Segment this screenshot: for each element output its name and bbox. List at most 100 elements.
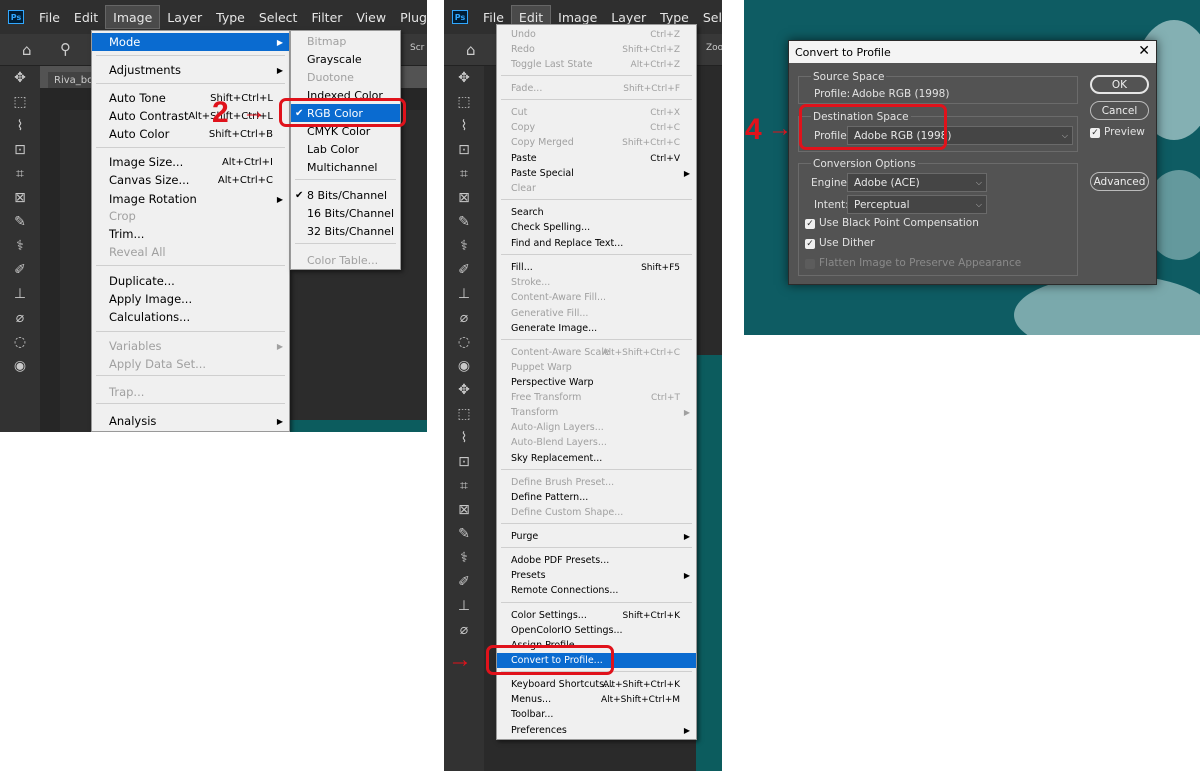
menubar-image[interactable]: Image [105,5,161,29]
menu-item-fill[interactable]: Fill... Shift+F5 [497,260,696,275]
home-icon[interactable]: ⌂ [466,41,476,59]
menubar-select[interactable]: Select [696,5,722,29]
menu-item-duplicate[interactable]: Duplicate... [92,272,289,290]
menubar-edit[interactable]: Edit [67,5,105,29]
menubar-file[interactable]: File [32,5,67,29]
menu-item-color-settings[interactable]: Color Settings... Shift+Ctrl+K [497,608,696,623]
move-tool-icon[interactable]: ✥ [444,378,484,402]
menu-item-grayscale[interactable]: Grayscale [291,50,400,68]
frame-tool-icon[interactable]: ⊠ [0,186,40,210]
preview-checkbox[interactable]: ✓ [1090,128,1100,138]
history-brush-tool-icon[interactable]: ⌀ [444,618,484,642]
eyedropper-tool-icon[interactable]: ✎ [444,522,484,546]
menu-item-check-spelling[interactable]: Check Spelling... [497,220,696,235]
menu-item-32-bits-channel[interactable]: 32 Bits/Channel [291,222,400,240]
menu-item-16-bits-channel[interactable]: 16 Bits/Channel [291,204,400,222]
menu-item-label: Bitmap [307,34,347,48]
menu-item-keyboard-shortcuts[interactable]: Keyboard Shortcuts... Alt+Shift+Ctrl+K [497,677,696,692]
menu-item-mode[interactable]: Mode ▶ [92,33,289,51]
frame-tool-icon[interactable]: ⊠ [444,498,484,522]
menu-item-adjustments[interactable]: Adjustments ▶ [92,61,289,79]
stamp-tool-icon[interactable]: ⊥ [444,594,484,618]
object-select-tool-icon[interactable]: ⊡ [444,138,484,162]
menu-item-trim[interactable]: Trim... [92,225,289,243]
crop-tool-icon[interactable]: ⌗ [444,474,484,498]
menu-item-lab-color[interactable]: Lab Color [291,140,400,158]
close-icon[interactable]: ✕ [1138,43,1150,59]
home-icon[interactable]: ⌂ [22,41,32,59]
healing-tool-icon[interactable]: ⚕ [444,546,484,570]
conversion-options-legend: Conversion Options [811,158,918,170]
eraser-tool-icon[interactable]: ◌ [444,330,484,354]
menubar-type[interactable]: Type [209,5,252,29]
dither-checkbox[interactable]: ✓ [805,239,815,249]
lasso-tool-icon[interactable]: ⌇ [0,114,40,138]
history-brush-tool-icon[interactable]: ⌀ [444,306,484,330]
menu-item-sky-replacement[interactable]: Sky Replacement... [497,451,696,466]
marquee-tool-icon[interactable]: ⬚ [444,402,484,426]
healing-tool-icon[interactable]: ⚕ [0,234,40,258]
stamp-tool-icon[interactable]: ⊥ [0,282,40,306]
menubar-select[interactable]: Select [252,5,305,29]
menubar-plugins[interactable]: Plugins [393,5,427,29]
intent-select[interactable]: Perceptual ⌵ [847,195,987,214]
brush-tool-icon[interactable]: ✐ [0,258,40,282]
menu-item-8-bits-channel[interactable]: ✔ 8 Bits/Channel [291,186,400,204]
menu-item-presets[interactable]: Presets ▶ [497,568,696,583]
menu-item-analysis[interactable]: Analysis ▶ [92,412,289,430]
healing-tool-icon[interactable]: ⚕ [444,234,484,258]
cancel-button[interactable]: Cancel [1090,101,1149,120]
menu-item-toolbar[interactable]: Toolbar... [497,707,696,722]
history-brush-tool-icon[interactable]: ⌀ [0,306,40,330]
bucket-tool-icon[interactable]: ◉ [444,354,484,378]
bucket-tool-icon[interactable]: ◉ [0,354,40,378]
menu-item-calculations[interactable]: Calculations... [92,308,289,326]
object-select-tool-icon[interactable]: ⊡ [0,138,40,162]
frame-tool-icon[interactable]: ⊠ [444,186,484,210]
search-icon[interactable]: ⚲ [60,40,71,58]
menu-item-define-pattern[interactable]: Define Pattern... [497,490,696,505]
menu-item-paste[interactable]: Paste Ctrl+V [497,151,696,166]
menu-item-opencolorio-settings[interactable]: OpenColorIO Settings... [497,623,696,638]
menu-item-perspective-warp[interactable]: Perspective Warp [497,375,696,390]
menu-item-image-size[interactable]: Image Size... Alt+Ctrl+I [92,153,289,171]
menu-item-adobe-pdf-presets[interactable]: Adobe PDF Presets... [497,553,696,568]
menu-item-canvas-size[interactable]: Canvas Size... Alt+Ctrl+C [92,171,289,189]
menu-item-find-and-replace-text[interactable]: Find and Replace Text... [497,236,696,251]
menu-item-menus[interactable]: Menus... Alt+Shift+Ctrl+M [497,692,696,707]
marquee-tool-icon[interactable]: ⬚ [0,90,40,114]
menu-item-multichannel[interactable]: Multichannel [291,158,400,176]
marquee-tool-icon[interactable]: ⬚ [444,90,484,114]
crop-tool-icon[interactable]: ⌗ [0,162,40,186]
menu-item-generate-image[interactable]: Generate Image... [497,321,696,336]
advanced-button[interactable]: Advanced [1090,172,1149,191]
menu-item-search[interactable]: Search [497,205,696,220]
menubar-filter[interactable]: Filter [304,5,349,29]
object-select-tool-icon[interactable]: ⊡ [444,450,484,474]
menu-item-preferences[interactable]: Preferences ▶ [497,723,696,738]
move-tool-icon[interactable]: ✥ [444,66,484,90]
ok-button[interactable]: OK [1090,75,1149,94]
menu-item-apply-image[interactable]: Apply Image... [92,290,289,308]
menu-item-purge[interactable]: Purge ▶ [497,529,696,544]
menu-item-auto-color[interactable]: Auto Color Shift+Ctrl+B [92,125,289,143]
eyedropper-tool-icon[interactable]: ✎ [444,210,484,234]
engine-select[interactable]: Adobe (ACE) ⌵ [847,173,987,192]
menu-item-copy: Copy Ctrl+C [497,120,696,135]
brush-tool-icon[interactable]: ✐ [444,570,484,594]
black-point-checkbox[interactable]: ✓ [805,219,815,229]
stamp-tool-icon[interactable]: ⊥ [444,282,484,306]
menubar-view[interactable]: View [349,5,393,29]
lasso-tool-icon[interactable]: ⌇ [444,114,484,138]
lasso-tool-icon[interactable]: ⌇ [444,426,484,450]
menu-item-remote-connections[interactable]: Remote Connections... [497,583,696,598]
brush-tool-icon[interactable]: ✐ [444,258,484,282]
menu-item-paste-special[interactable]: Paste Special ▶ [497,166,696,181]
menubar-layer[interactable]: Layer [160,5,209,29]
menu-item-image-rotation[interactable]: Image Rotation ▶ [92,190,289,208]
crop-tool-icon[interactable]: ⌗ [444,162,484,186]
move-tool-icon[interactable]: ✥ [0,66,40,90]
eyedropper-tool-icon[interactable]: ✎ [0,210,40,234]
eraser-tool-icon[interactable]: ◌ [0,330,40,354]
menu-item-shortcut: Alt+Shift+Ctrl+K [602,679,680,690]
